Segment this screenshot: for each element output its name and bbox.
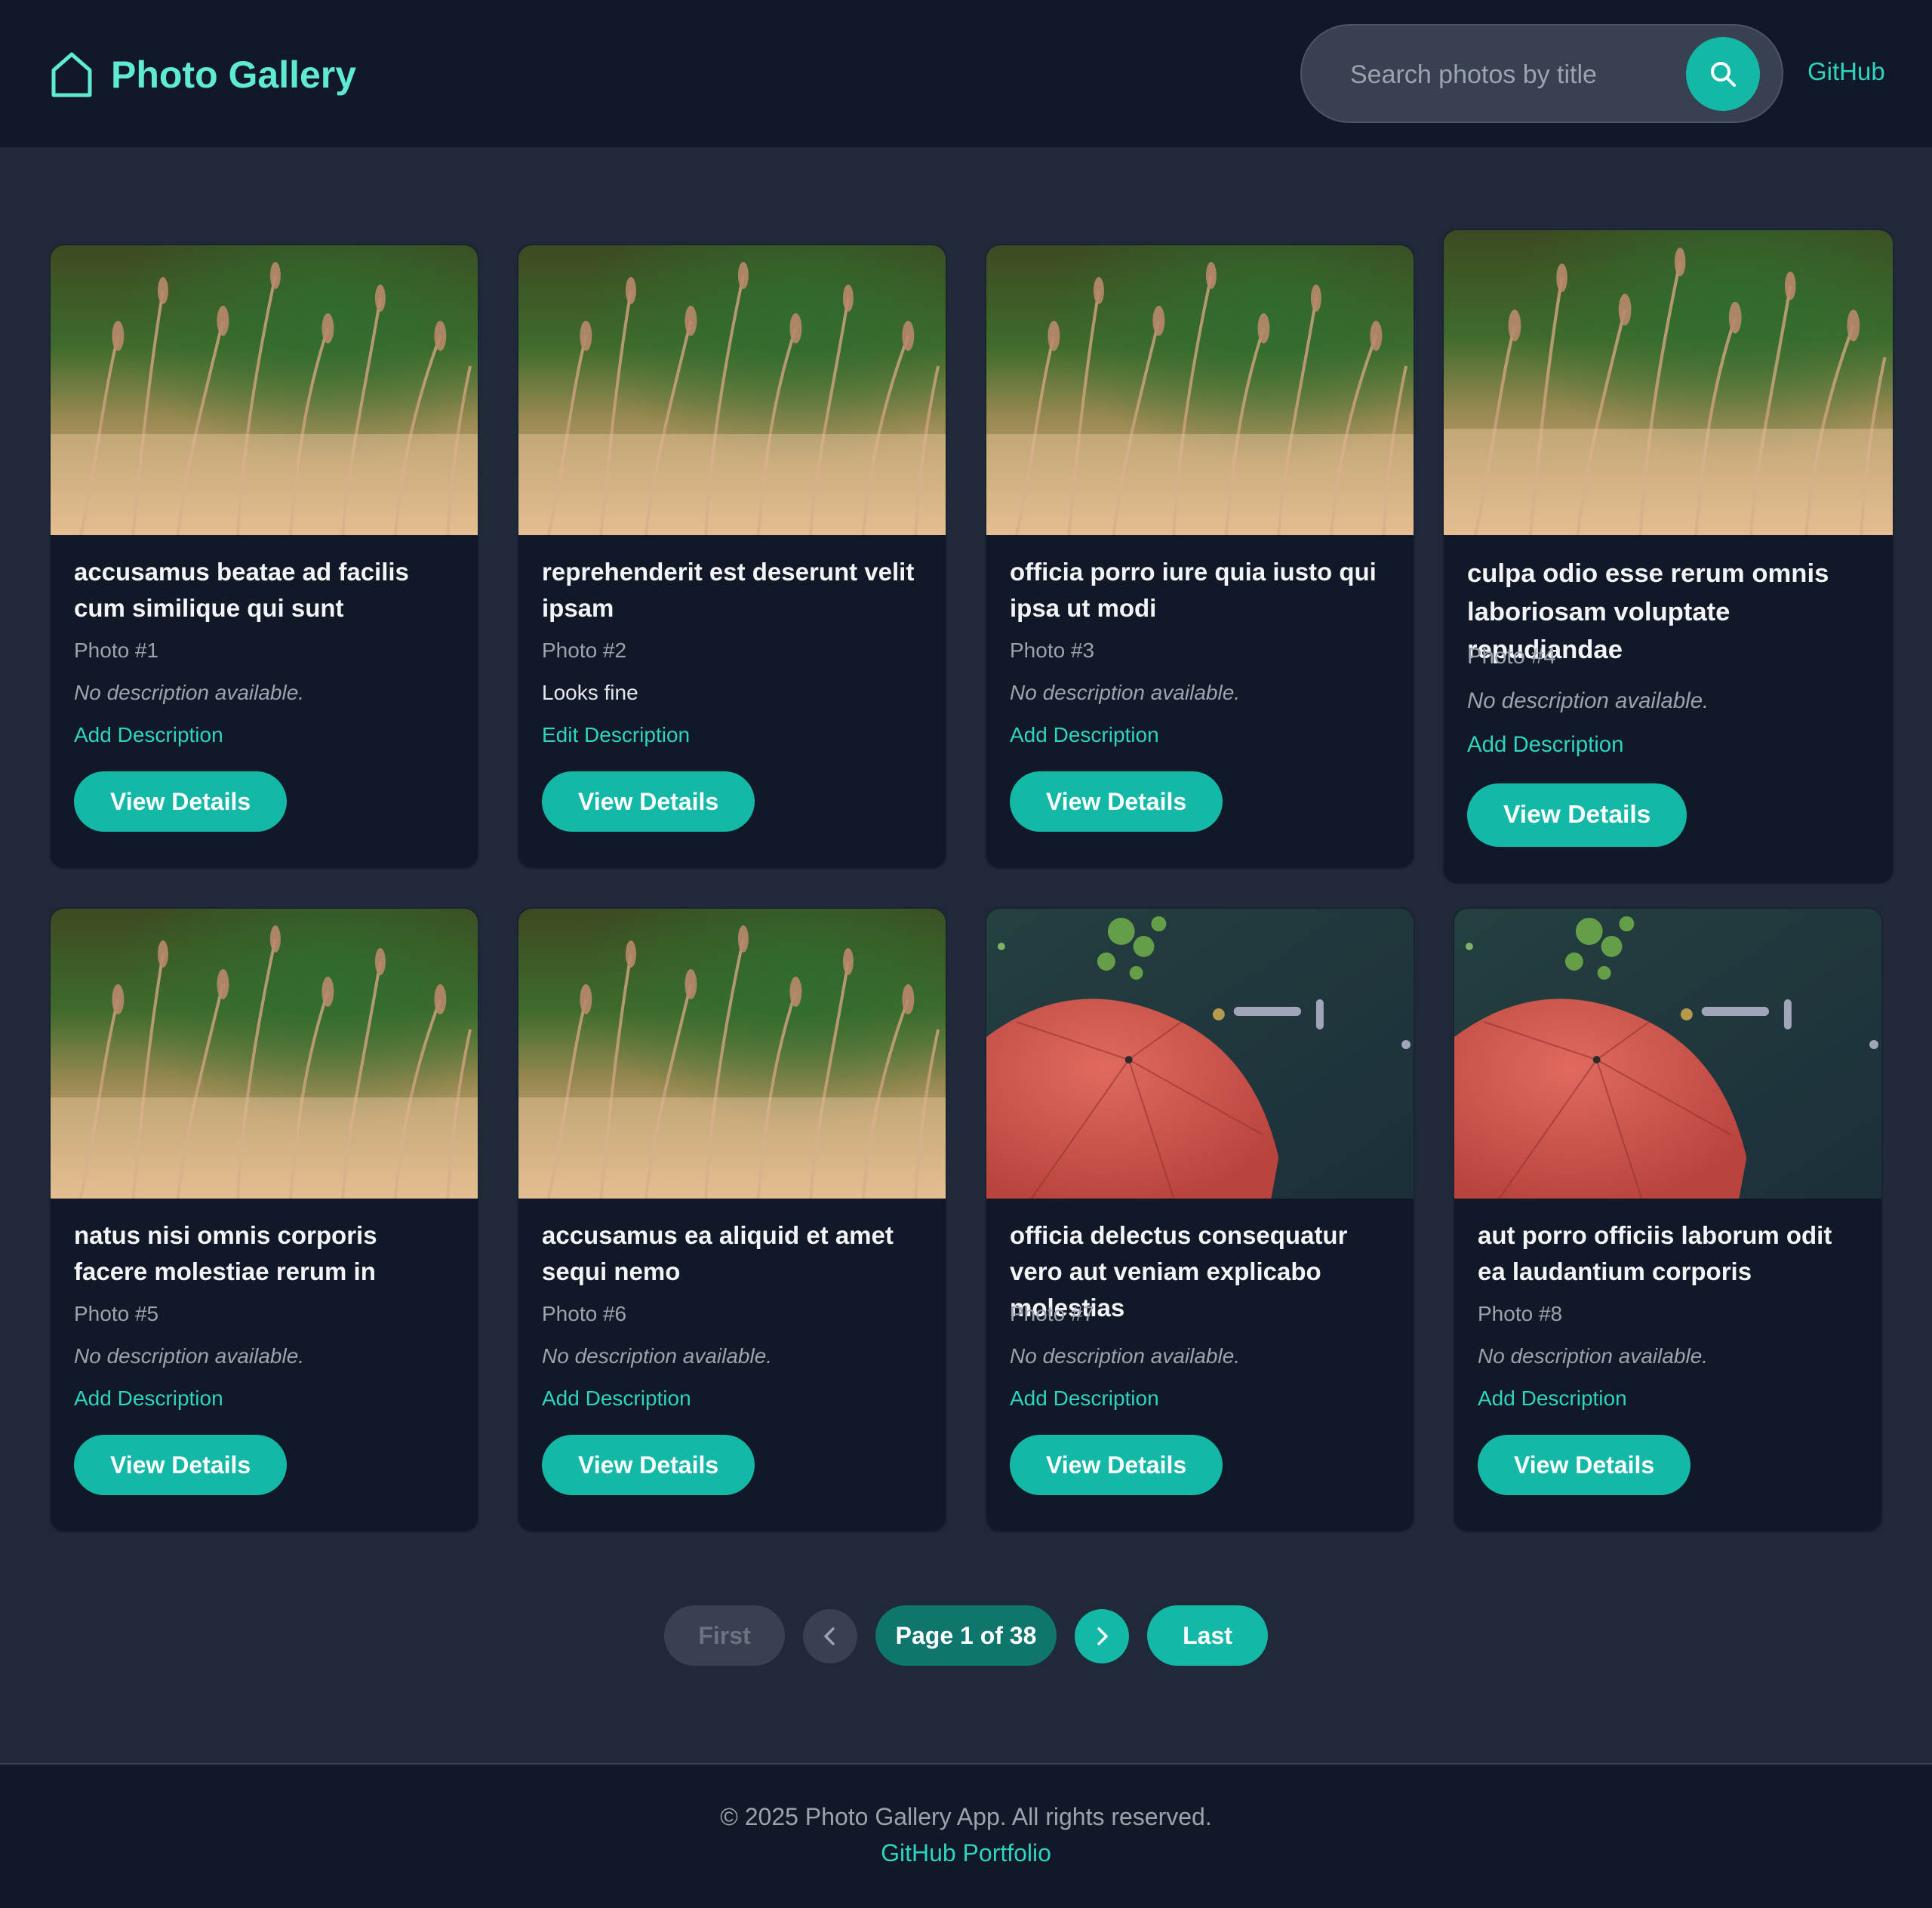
- photo-thumbnail-umbrella[interactable]: [986, 909, 1414, 1199]
- add-description-link[interactable]: Add Description: [1010, 723, 1159, 747]
- photo-description: No description available.: [1478, 1344, 1709, 1368]
- photo-card: culpa odio esse rerum omnis laboriosam v…: [1442, 229, 1894, 885]
- card-body: culpa odio esse rerum omnis laboriosam v…: [1467, 555, 1869, 883]
- photo-thumbnail-grass[interactable]: [51, 245, 478, 536]
- photo-thumbnail-grass[interactable]: [986, 245, 1414, 536]
- view-details-button[interactable]: View Details: [1010, 771, 1223, 832]
- edit-description-link[interactable]: Edit Description: [542, 723, 690, 747]
- photo-thumbnail-umbrella[interactable]: [1454, 909, 1881, 1199]
- photo-title: accusamus beatae ad facilis cum similiqu…: [74, 558, 409, 622]
- brand[interactable]: Photo Gallery: [49, 49, 356, 100]
- photo-description: Looks fine: [542, 681, 638, 704]
- photo-description: No description available.: [74, 681, 305, 704]
- photo-number: Photo #8: [1478, 1302, 1563, 1325]
- first-page-button[interactable]: First: [664, 1605, 785, 1666]
- card-body: natus nisi omnis corporis facere molesti…: [74, 1217, 454, 1531]
- photo-thumbnail-grass[interactable]: [1444, 230, 1893, 536]
- search-icon: [1711, 62, 1736, 87]
- add-description-link[interactable]: Add Description: [74, 1386, 223, 1411]
- card-body: reprehenderit est deserunt velit ipsam Ph…: [542, 554, 922, 868]
- photo-title: accusamus ea aliquid et amet sequi nemo: [542, 1221, 894, 1285]
- photo-number: Photo #1: [74, 639, 159, 662]
- photo-number: Photo #3: [1010, 639, 1095, 662]
- search-button[interactable]: [1686, 37, 1760, 111]
- view-details-button[interactable]: View Details: [74, 771, 288, 832]
- copyright-text: © 2025 Photo Gallery App. All rights res…: [720, 1803, 1212, 1830]
- photo-description: No description available.: [1010, 1344, 1241, 1368]
- photo-title: natus nisi omnis corporis facere molesti…: [74, 1221, 377, 1285]
- card-body: accusamus beatae ad facilis cum similiqu…: [74, 554, 454, 868]
- github-link[interactable]: GitHub: [1807, 57, 1885, 86]
- photo-number: Photo #5: [74, 1302, 159, 1325]
- photo-thumbnail-grass[interactable]: [51, 909, 478, 1199]
- photo-description: No description available.: [1467, 688, 1709, 713]
- footer: © 2025 Photo Gallery App. All rights res…: [0, 1763, 1932, 1908]
- photo-card: aut porro officiis laborum odit ea lauda…: [1453, 907, 1883, 1533]
- view-details-button[interactable]: View Details: [1478, 1435, 1691, 1495]
- view-details-button[interactable]: View Details: [542, 1435, 755, 1495]
- photo-card: reprehenderit est deserunt velit ipsam Ph…: [517, 244, 947, 869]
- photo-title: officia porro iure quia iusto qui ipsa u…: [1010, 558, 1377, 622]
- view-details-button[interactable]: View Details: [74, 1435, 288, 1495]
- photo-number: Photo #6: [542, 1302, 627, 1325]
- photo-title: aut porro officiis laborum odit ea lauda…: [1478, 1221, 1832, 1285]
- card-body: aut porro officiis laborum odit ea lauda…: [1478, 1217, 1858, 1531]
- add-description-link[interactable]: Add Description: [74, 723, 223, 747]
- add-description-link[interactable]: Add Description: [1467, 732, 1623, 758]
- photo-card: officia delectus consequatur vero aut ve…: [985, 907, 1415, 1533]
- photo-thumbnail-grass[interactable]: [518, 909, 946, 1199]
- photo-description: No description available.: [542, 1344, 773, 1368]
- prev-page-button[interactable]: [803, 1609, 857, 1663]
- current-page-indicator: Page 1 of 38: [875, 1605, 1057, 1666]
- add-description-link[interactable]: Add Description: [1010, 1386, 1159, 1411]
- photo-description: No description available.: [1010, 681, 1241, 704]
- add-description-link[interactable]: Add Description: [542, 1386, 691, 1411]
- view-details-button[interactable]: View Details: [542, 771, 755, 832]
- photo-thumbnail-grass[interactable]: [518, 245, 946, 536]
- photo-number: Photo #7: [1010, 1302, 1095, 1325]
- home-icon: [51, 52, 92, 97]
- photo-card: accusamus ea aliquid et amet sequi nemo P…: [517, 907, 947, 1533]
- github-portfolio-link[interactable]: GitHub Portfolio: [0, 1839, 1932, 1867]
- add-description-link[interactable]: Add Description: [1478, 1386, 1627, 1411]
- photo-number: Photo #4: [1467, 643, 1556, 669]
- photo-card: accusamus beatae ad facilis cum similiqu…: [49, 244, 479, 869]
- photo-card: officia porro iure quia iusto qui ipsa u…: [985, 244, 1415, 869]
- card-body: officia delectus consequatur vero aut ve…: [1010, 1217, 1390, 1531]
- chevron-left-icon: [824, 1627, 835, 1645]
- search-input[interactable]: [1350, 48, 1667, 101]
- next-page-button[interactable]: [1075, 1609, 1129, 1663]
- last-page-button[interactable]: Last: [1147, 1605, 1268, 1666]
- view-details-button[interactable]: View Details: [1467, 783, 1687, 847]
- top-header: Photo Gallery GitHub: [0, 0, 1932, 147]
- search-bar: [1300, 24, 1783, 123]
- view-details-button[interactable]: View Details: [1010, 1435, 1223, 1495]
- photo-title: reprehenderit est deserunt velit ipsam: [542, 558, 915, 622]
- photo-card: natus nisi omnis corporis facere molesti…: [49, 907, 479, 1533]
- card-body: officia porro iure quia iusto qui ipsa u…: [1010, 554, 1390, 868]
- card-body: accusamus ea aliquid et amet sequi nemo P…: [542, 1217, 922, 1531]
- brand-title: Photo Gallery: [111, 54, 357, 96]
- photo-number: Photo #2: [542, 639, 627, 662]
- photo-description: No description available.: [74, 1344, 305, 1368]
- chevron-right-icon: [1097, 1627, 1108, 1645]
